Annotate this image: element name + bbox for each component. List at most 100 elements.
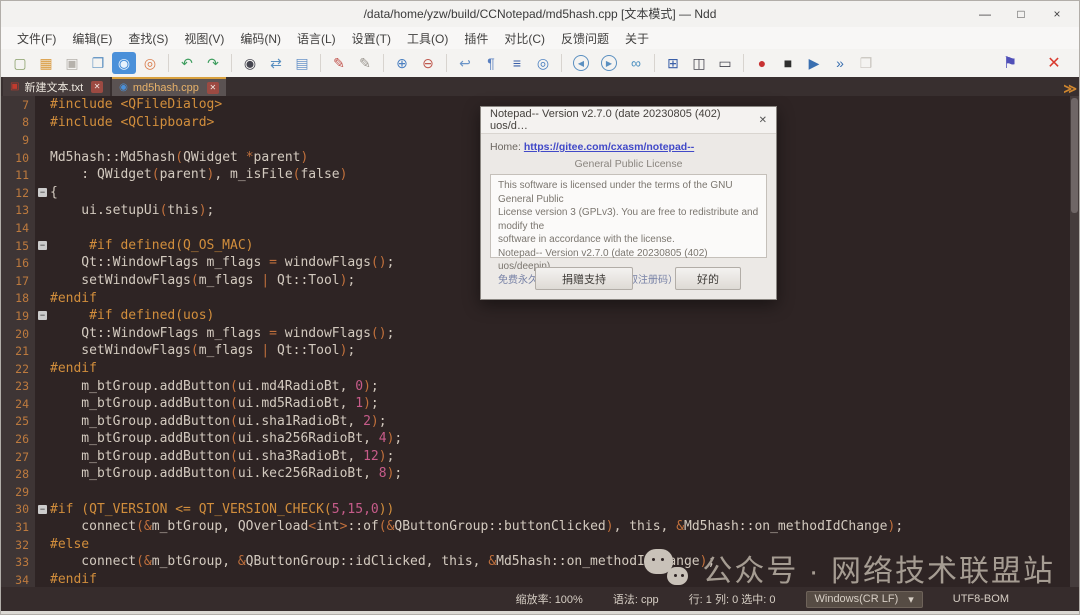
macro-run-multi-icon[interactable]: »: [828, 52, 852, 74]
fold-collapse-icon[interactable]: −: [38, 505, 47, 514]
minimize-button[interactable]: —: [967, 1, 1003, 27]
line-number: 16: [1, 254, 35, 272]
code-text: m_btGroup.addButton(ui.sha256RadioBt, 4)…: [50, 430, 402, 448]
tab-close-icon[interactable]: ✕: [91, 81, 103, 93]
code-line: 24 m_btGroup.addButton(ui.md5RadioBt, 1)…: [1, 395, 1079, 413]
fold-collapse-icon[interactable]: −: [38, 241, 47, 250]
fold-column: [35, 272, 50, 290]
license-line: License version 3 (GPLv3). You are free …: [498, 206, 759, 233]
close-file-icon[interactable]: ◉: [112, 52, 136, 74]
line-number: 7: [1, 96, 35, 114]
menu-item-11[interactable]: 关于: [617, 28, 657, 49]
code-text: #include <QClipboard>: [50, 114, 214, 132]
line-number: 28: [1, 465, 35, 483]
eol-selector[interactable]: Windows(CR LF) ▾: [806, 591, 923, 608]
maximize-button[interactable]: □: [1003, 1, 1039, 27]
save-icon[interactable]: ▣: [60, 52, 84, 74]
fold-collapse-icon[interactable]: −: [38, 311, 47, 320]
dialog-body: Home: https://gitee.com/cxasm/notepad-- …: [481, 134, 776, 290]
code-text: connect(&m_btGroup, QOverload<int>::of(&…: [50, 518, 903, 536]
line-number: 10: [1, 149, 35, 167]
home-link[interactable]: https://gitee.com/cxasm/notepad--: [524, 141, 694, 153]
find-icon[interactable]: ◉: [238, 52, 262, 74]
fold-column: −: [35, 501, 50, 519]
menu-item-7[interactable]: 工具(O): [399, 28, 456, 49]
macro-play-icon[interactable]: ▶: [802, 52, 826, 74]
menu-item-4[interactable]: 编码(N): [232, 28, 289, 49]
file-unsaved-icon: ▣: [10, 81, 19, 92]
tab-close-icon[interactable]: ✕: [207, 82, 219, 94]
copy-icon[interactable]: ❐: [854, 52, 878, 74]
code-text: #if (QT_VERSION <= QT_VERSION_CHECK(5,15…: [50, 501, 394, 519]
save-all-icon[interactable]: ❐: [86, 52, 110, 74]
line-number: 15: [1, 237, 35, 255]
mark-pen-icon[interactable]: ✎: [327, 52, 351, 74]
donate-button[interactable]: 捐赠支持: [535, 267, 633, 290]
tab-list: ▣ 新建文本.txt ✕ ◉ md5hash.cpp ✕: [3, 77, 228, 96]
line-number: 14: [1, 219, 35, 237]
show-symbol-icon[interactable]: ¶: [479, 52, 503, 74]
close-button[interactable]: ×: [1039, 1, 1075, 27]
code-line: 25 m_btGroup.addButton(ui.sha1RadioBt, 2…: [1, 413, 1079, 431]
nav-forward-icon[interactable]: ▶: [601, 55, 617, 71]
menu-item-8[interactable]: 插件: [456, 28, 496, 49]
redo-icon[interactable]: ↷: [201, 52, 225, 74]
indent-guide-icon[interactable]: ≡: [505, 52, 529, 74]
status-bar: 缩放率: 100% 语法: cpp 行: 1 列: 0 选中: 0 Window…: [1, 587, 1079, 611]
macro-stop-icon[interactable]: ■: [776, 52, 800, 74]
nav-back-icon[interactable]: ◀: [573, 55, 589, 71]
zoom-in-icon[interactable]: ⊕: [390, 52, 414, 74]
monitor-icon[interactable]: ▭: [713, 52, 737, 74]
macro-record-icon[interactable]: ●: [750, 52, 774, 74]
line-number: 30: [1, 501, 35, 519]
fold-column: [35, 553, 50, 571]
exit-icon[interactable]: ✕: [1042, 52, 1066, 74]
dialog-title-bar: Notepad-- Version v2.7.0 (date 20230805 …: [481, 107, 776, 134]
toolbar: ▢▦▣❐◉◎↶↷◉⇄▤✎✎⊕⊖↩¶≡◎◀▶∞⊞◫▭●■▶»❐ ⚑✕: [1, 49, 1079, 78]
fold-collapse-icon[interactable]: −: [38, 188, 47, 197]
menu-item-9[interactable]: 对比(C): [496, 28, 553, 49]
new-file-icon[interactable]: ▢: [8, 52, 32, 74]
menu-item-5[interactable]: 语言(L): [289, 28, 344, 49]
file-compare-icon[interactable]: ⊞: [661, 52, 685, 74]
code-line: 29: [1, 483, 1079, 501]
code-line: 20 Qt::WindowFlags m_flags = windowFlags…: [1, 325, 1079, 343]
split-view-icon[interactable]: ◫: [687, 52, 711, 74]
tab-overflow-icon[interactable]: ≫: [1063, 81, 1077, 97]
close-all-icon[interactable]: ◎: [138, 52, 162, 74]
open-file-icon[interactable]: ▦: [34, 52, 58, 74]
tab-label: 新建文本.txt: [24, 79, 83, 95]
undo-icon[interactable]: ↶: [175, 52, 199, 74]
file-saved-icon: ◉: [119, 82, 128, 93]
menu-item-0[interactable]: 文件(F): [9, 28, 64, 49]
about-dialog: Notepad-- Version v2.7.0 (date 20230805 …: [480, 106, 777, 300]
tab-0[interactable]: ▣ 新建文本.txt ✕: [3, 77, 110, 96]
word-wrap-icon[interactable]: ↩: [453, 52, 477, 74]
dialog-close-icon[interactable]: ✕: [759, 115, 767, 126]
scrollbar-thumb[interactable]: [1071, 98, 1078, 213]
vertical-scrollbar[interactable]: [1070, 96, 1079, 587]
focus-mode-icon[interactable]: ◎: [531, 52, 555, 74]
tab-label: md5hash.cpp: [133, 82, 199, 94]
find-in-files-icon[interactable]: ▤: [290, 52, 314, 74]
line-number: 33: [1, 553, 35, 571]
menu-item-6[interactable]: 设置(T): [344, 28, 399, 49]
menu-item-10[interactable]: 反馈问题: [553, 28, 617, 49]
ok-button[interactable]: 好的: [675, 267, 741, 290]
line-number: 20: [1, 325, 35, 343]
menu-item-3[interactable]: 视图(V): [176, 28, 232, 49]
window-controls: — □ ×: [967, 1, 1075, 27]
replace-icon[interactable]: ⇄: [264, 52, 288, 74]
menu-item-1[interactable]: 编辑(E): [64, 28, 120, 49]
code-line: 27 m_btGroup.addButton(ui.sha3RadioBt, 1…: [1, 448, 1079, 466]
zoom-out-icon[interactable]: ⊖: [416, 52, 440, 74]
menu-item-2[interactable]: 查找(S): [120, 28, 176, 49]
code-text: #endif: [50, 360, 97, 378]
go-line-icon[interactable]: ∞: [624, 52, 648, 74]
tab-1[interactable]: ◉ md5hash.cpp ✕: [112, 77, 226, 96]
pin-icon[interactable]: ⚑: [998, 52, 1022, 74]
title-bar: /data/home/yzw/build/CCNotepad/md5hash.c…: [1, 1, 1079, 27]
line-number: 27: [1, 448, 35, 466]
clear-mark-icon[interactable]: ✎: [353, 52, 377, 74]
watermark-text: 公众号 · 网络技术联盟站: [702, 546, 1055, 590]
